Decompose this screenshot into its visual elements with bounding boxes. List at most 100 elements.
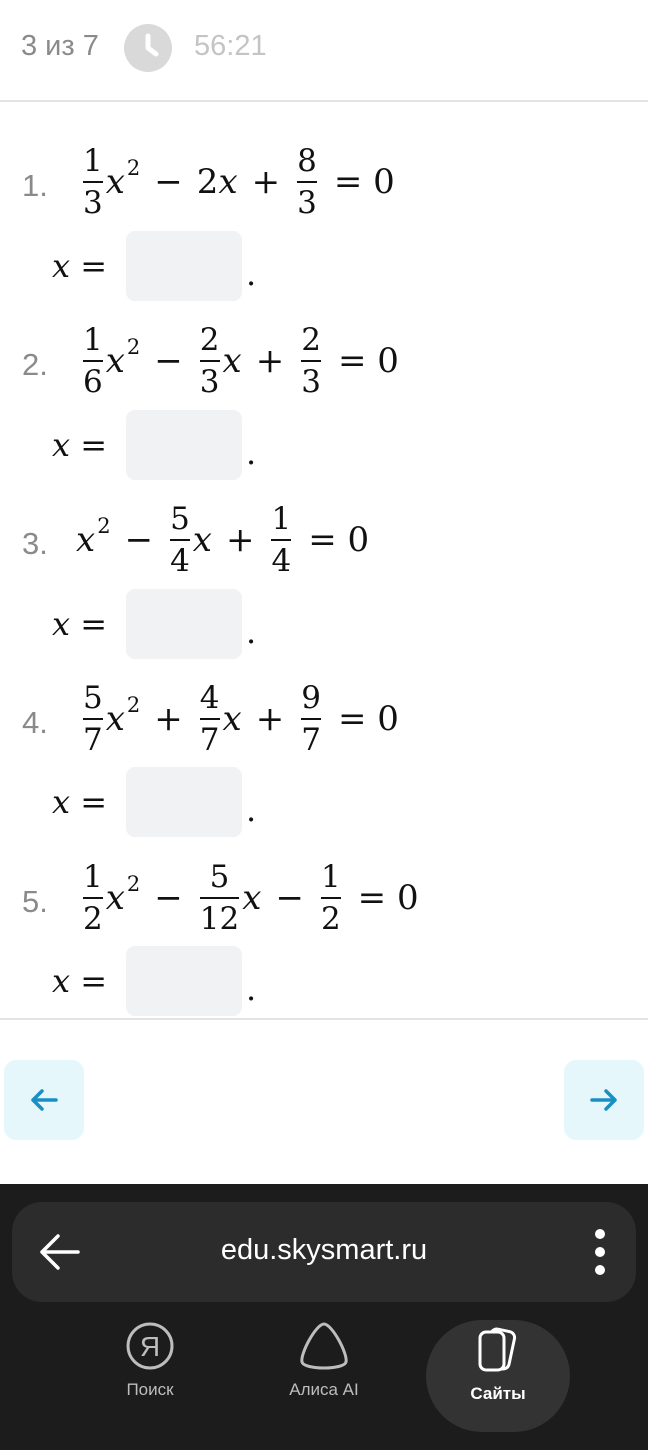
- exponent: 2: [126, 693, 141, 717]
- denominator: 6: [83, 364, 103, 400]
- answer-row: x = .: [52, 409, 256, 481]
- denominator: 4: [271, 543, 292, 579]
- numerator: 1: [83, 859, 103, 895]
- tab-sites[interactable]: Сайты: [426, 1320, 570, 1432]
- arrow-left-icon: [31, 1089, 58, 1111]
- answer-prefix: x =: [52, 605, 108, 643]
- answer-row: x = .: [52, 588, 256, 660]
- operator: +: [251, 162, 281, 202]
- address-bar[interactable]: edu.skysmart.ru: [12, 1202, 636, 1302]
- numerator: 4: [199, 680, 220, 716]
- denominator: 2: [83, 901, 103, 937]
- denominator: 7: [301, 722, 321, 758]
- fraction: 12: [83, 860, 103, 936]
- previous-button[interactable]: [4, 1060, 84, 1140]
- denominator: 3: [199, 364, 220, 400]
- equals-zero: = 0: [333, 162, 395, 202]
- answer-input[interactable]: [126, 231, 242, 301]
- tab-search[interactable]: Я Поиск: [78, 1320, 222, 1430]
- equation-2: 16 x2 − 23x + 23 = 0: [80, 316, 413, 406]
- operator: +: [255, 341, 285, 381]
- numerator: 2: [199, 322, 220, 358]
- equals-zero: = 0: [337, 699, 399, 739]
- browser-bar: edu.skysmart.ru Я Поиск Алиса AI Сайты: [0, 1184, 648, 1450]
- answer-row: x = .: [52, 230, 256, 302]
- coefficient: 2: [196, 162, 219, 202]
- fraction: 13: [83, 144, 103, 220]
- task-number: 4.: [22, 705, 48, 740]
- denominator: 2: [320, 901, 341, 937]
- answer-suffix: .: [246, 791, 257, 829]
- next-button[interactable]: [564, 1060, 644, 1140]
- fraction: 14: [271, 501, 292, 579]
- answer-prefix: x =: [52, 247, 108, 285]
- tab-alice[interactable]: Алиса AI: [252, 1320, 396, 1430]
- numerator: 1: [83, 143, 103, 179]
- answer-input[interactable]: [126, 946, 242, 1016]
- variable: x: [105, 162, 125, 202]
- numerator: 8: [297, 143, 317, 179]
- svg-text:Я: Я: [140, 1331, 160, 1362]
- answer-input[interactable]: [126, 410, 242, 480]
- alice-icon: [300, 1322, 348, 1370]
- operator: −: [154, 341, 183, 381]
- answer-prefix: x =: [52, 426, 108, 464]
- operator: −: [275, 878, 304, 918]
- tab-label: Алиса AI: [289, 1380, 359, 1399]
- exponent: 2: [126, 872, 141, 896]
- exponent: 2: [126, 156, 141, 180]
- more-menu-icon[interactable]: [594, 1228, 606, 1281]
- variable: x: [105, 699, 125, 739]
- task-number: 2.: [22, 347, 48, 382]
- timer: 56:21: [194, 30, 267, 62]
- exponent: 2: [126, 335, 141, 359]
- answer-row: x = .: [52, 945, 256, 1017]
- fraction: 54: [170, 502, 190, 578]
- url-text[interactable]: edu.skysmart.ru: [12, 1234, 636, 1267]
- fraction: 5 12: [199, 859, 240, 936]
- fraction: 23: [301, 323, 321, 399]
- operator: −: [154, 878, 183, 918]
- exponent: 2: [97, 514, 111, 538]
- task-number: 5.: [22, 884, 48, 919]
- yandex-icon: Я: [126, 1322, 174, 1370]
- denominator: 4: [170, 543, 190, 579]
- equals-zero: = 0: [357, 878, 419, 918]
- divider: [0, 1018, 648, 1020]
- numerator: 5: [209, 859, 230, 895]
- tab-label: Поиск: [126, 1380, 174, 1399]
- answer-input[interactable]: [126, 589, 242, 659]
- answer-suffix: .: [246, 970, 257, 1008]
- task-number: 3.: [22, 526, 48, 561]
- answer-suffix: .: [246, 255, 257, 293]
- sites-icon: [478, 1327, 517, 1372]
- numerator: 1: [83, 322, 103, 358]
- numerator: 5: [83, 680, 103, 716]
- numerator: 1: [320, 859, 341, 895]
- progress-counter: 3 из 7: [21, 30, 99, 62]
- variable: x: [192, 520, 212, 560]
- fraction: 12: [320, 859, 341, 937]
- variable: x: [222, 699, 242, 739]
- answer-prefix: x =: [52, 962, 108, 1000]
- variable: x: [242, 878, 262, 918]
- tab-label: Сайты: [470, 1384, 526, 1403]
- numerator: 1: [271, 501, 292, 537]
- equation-1: 13 x2 − 2x + 83 = 0: [80, 137, 409, 227]
- fraction: 57: [83, 681, 103, 757]
- clock-icon: [124, 24, 172, 72]
- denominator: 3: [301, 364, 321, 400]
- task-number: 1.: [22, 168, 48, 203]
- answer-suffix: .: [246, 434, 257, 472]
- operator: −: [154, 162, 183, 202]
- operator: −: [124, 520, 154, 560]
- variable: x: [222, 341, 242, 381]
- denominator: 3: [297, 185, 317, 221]
- numerator: 2: [301, 322, 321, 358]
- quiz-header: 3 из 7 56:21: [0, 0, 648, 102]
- variable: x: [105, 878, 125, 918]
- equation-4: 57 x2 + 47x + 97 = 0: [80, 674, 413, 764]
- fraction: 83: [297, 144, 317, 220]
- answer-input[interactable]: [126, 767, 242, 837]
- variable: x: [218, 162, 238, 202]
